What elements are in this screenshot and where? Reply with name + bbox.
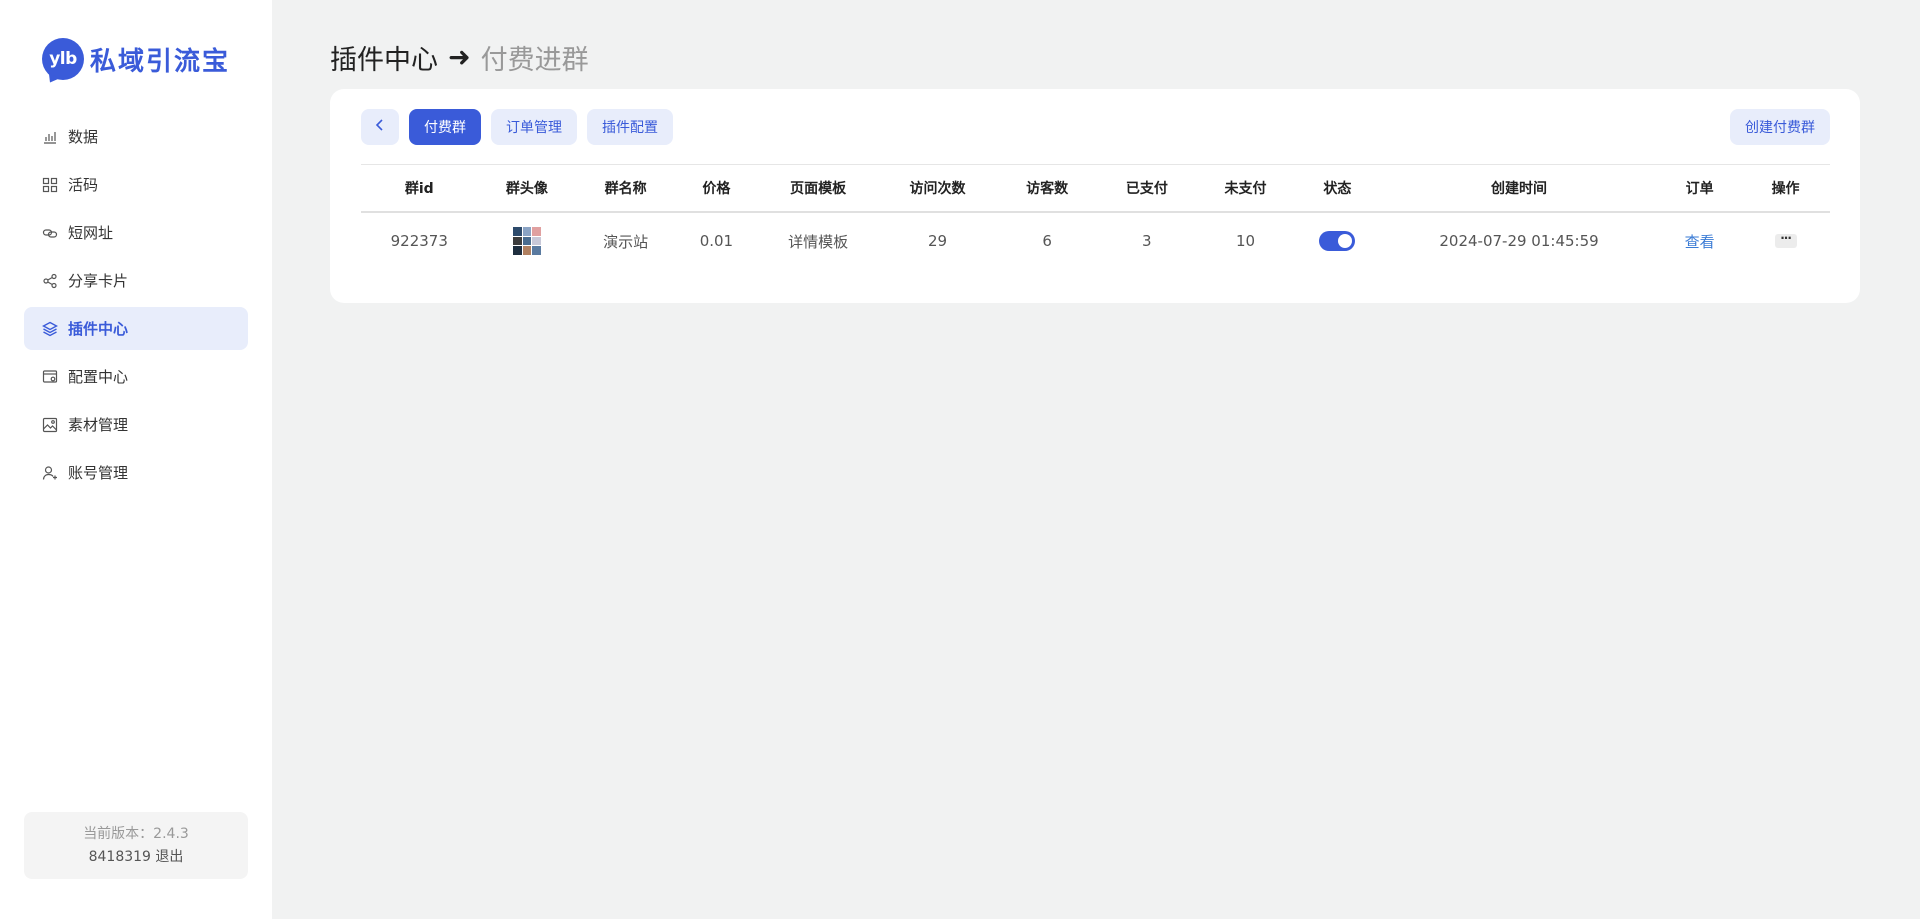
more-actions-button[interactable]: ··· <box>1774 232 1797 248</box>
column-header: 群头像 <box>505 181 548 197</box>
grid-icon <box>42 177 58 193</box>
sidebar-item-label: 数据 <box>68 128 99 146</box>
group-avatar <box>512 227 541 255</box>
version-panel: 当前版本：2.4.3 8418319 退出 <box>24 812 248 879</box>
sidebar: ylb 私域引流宝 数据 活码 短网址 分享卡片 插件中心 配置中心 素材管理 … <box>0 0 272 919</box>
cell-actions: ··· <box>1741 232 1830 248</box>
cell-unpaid: 10 <box>1236 232 1256 250</box>
sidebar-item-label: 分享卡片 <box>68 272 129 290</box>
sidebar-item-materials[interactable]: 素材管理 <box>24 403 248 446</box>
sidebar-item-livecode[interactable]: 活码 <box>24 163 248 206</box>
brand-name: 私域引流宝 <box>90 46 231 77</box>
logo-badge: ylb <box>42 38 84 80</box>
sidebar-item-label: 配置中心 <box>68 368 129 386</box>
arrow-icon: ➜ <box>448 42 471 73</box>
sidebar-nav: 数据 活码 短网址 分享卡片 插件中心 配置中心 素材管理 账号管理 <box>24 115 248 499</box>
cell-group-id: 922373 <box>390 232 448 250</box>
layers-icon <box>42 321 58 337</box>
cell-paid: 3 <box>1142 232 1152 250</box>
version-text: 当前版本：2.4.3 <box>83 826 189 842</box>
cell-template: 详情模板 <box>788 232 849 251</box>
column-header: 已支付 <box>1125 181 1168 197</box>
page-title: 插件中心 ➜ 付费进群 <box>330 38 589 77</box>
column-header: 订单 <box>1685 181 1714 197</box>
cell-visitors: 6 <box>1042 232 1052 250</box>
sidebar-item-label: 插件中心 <box>68 320 129 338</box>
column-header: 创建时间 <box>1491 181 1548 197</box>
cell-price: 0.01 <box>699 232 734 250</box>
cell-status <box>1295 231 1380 251</box>
column-header: 价格 <box>702 181 731 197</box>
image-icon <box>42 417 58 433</box>
column-header: 访问次数 <box>909 181 966 197</box>
column-header: 操作 <box>1771 181 1800 197</box>
logout-link[interactable]: 退出 <box>155 849 183 865</box>
sidebar-item-label: 账号管理 <box>68 464 129 482</box>
account-id: 8418319 <box>88 849 151 865</box>
user-add-icon <box>42 465 58 481</box>
settings-window-icon <box>42 369 58 385</box>
tab-order-management[interactable]: 订单管理 <box>491 109 577 145</box>
cell-order: 查看 <box>1658 231 1741 252</box>
sidebar-item-label: 活码 <box>68 176 99 194</box>
link-icon <box>42 225 58 241</box>
tab-paid-group[interactable]: 付费群 <box>409 109 481 145</box>
brand-logo[interactable]: ylb 私域引流宝 <box>42 38 230 80</box>
tab-plugin-config[interactable]: 插件配置 <box>587 109 673 145</box>
toolbar: 付费群 订单管理 插件配置 <box>361 109 683 145</box>
column-header: 访客数 <box>1026 181 1069 197</box>
breadcrumb-root: 插件中心 <box>330 45 438 76</box>
sidebar-item-label: 短网址 <box>68 224 114 242</box>
column-header: 群名称 <box>604 181 647 197</box>
sidebar-item-short-url[interactable]: 短网址 <box>24 211 248 254</box>
breadcrumb-current: 付费进群 <box>480 45 589 76</box>
cell-created-time: 2024-07-29 01:45:59 <box>1439 232 1599 250</box>
column-header: 未支付 <box>1224 181 1267 197</box>
view-orders-link[interactable]: 查看 <box>1685 233 1715 251</box>
table-header: 群id 群头像 群名称 价格 页面模板 访问次数 访客数 已支付 未支付 状态 … <box>361 165 1830 213</box>
column-header: 状态 <box>1323 181 1352 197</box>
sidebar-item-accounts[interactable]: 账号管理 <box>24 451 248 494</box>
share-icon <box>42 273 58 289</box>
cell-group-name: 演示站 <box>603 232 649 251</box>
sidebar-item-label: 素材管理 <box>68 416 129 434</box>
bar-chart-icon <box>42 129 58 145</box>
sidebar-item-plugin-center[interactable]: 插件中心 <box>24 307 248 350</box>
table-row: 922373 演示站 0.01 详情模板 29 6 3 10 2024-07-2… <box>361 213 1830 269</box>
cell-avatar <box>478 227 577 255</box>
sidebar-item-data[interactable]: 数据 <box>24 115 248 158</box>
status-toggle[interactable] <box>1319 231 1356 251</box>
sidebar-item-share-card[interactable]: 分享卡片 <box>24 259 248 302</box>
cell-visits: 29 <box>927 232 948 250</box>
content-card: 付费群 订单管理 插件配置 创建付费群 群id 群头像 群名称 价格 页面模板 … <box>330 89 1860 303</box>
create-paid-group-button[interactable]: 创建付费群 <box>1730 109 1830 145</box>
sidebar-item-config-center[interactable]: 配置中心 <box>24 355 248 398</box>
column-header: 群id <box>404 181 434 197</box>
back-button[interactable] <box>361 109 399 145</box>
paid-group-table: 群id 群头像 群名称 价格 页面模板 访问次数 访客数 已支付 未支付 状态 … <box>361 164 1830 269</box>
column-header: 页面模板 <box>790 181 847 197</box>
chevron-left-icon <box>373 118 387 136</box>
